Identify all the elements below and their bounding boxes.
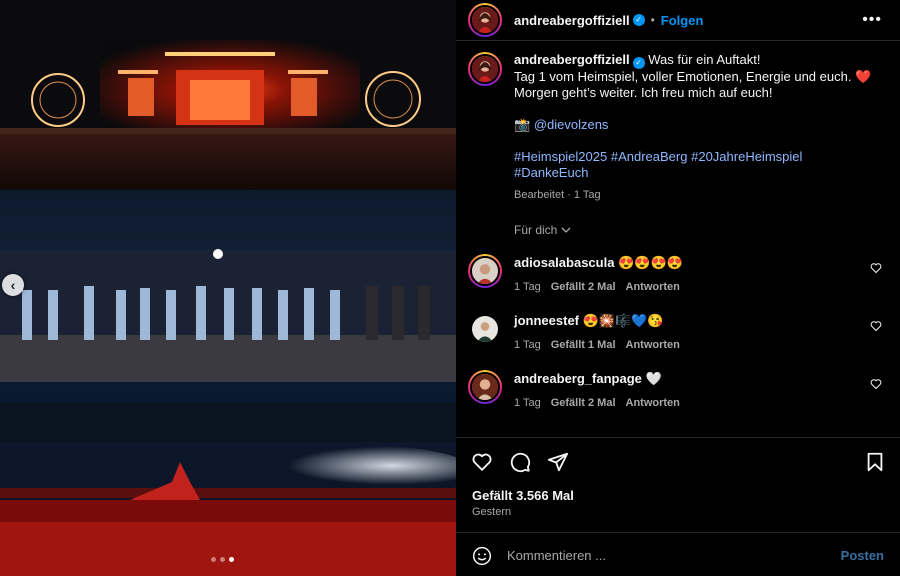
reply-button[interactable]: Antworten	[626, 397, 680, 409]
reply-button[interactable]: Antworten	[626, 339, 680, 351]
concert-stage-photo	[0, 0, 456, 190]
save-bookmark-icon[interactable]	[864, 451, 886, 473]
more-options-icon[interactable]: •••	[862, 11, 882, 29]
comment-likes[interactable]: Gefällt 2 Mal	[551, 281, 616, 293]
hashtag-link[interactable]: #20JahreHeimspiel	[691, 149, 802, 164]
comment-item: andreaberg_fanpage 🤍 1 Tag Gefällt 2 Mal…	[468, 370, 888, 409]
post-header: andreabergoffiziell ✓ • Folgen •••	[456, 0, 900, 41]
band-bow-photo	[0, 190, 456, 382]
share-paper-plane-icon[interactable]	[547, 451, 569, 473]
hashtag-link[interactable]: #Heimspiel2025	[514, 149, 607, 164]
carousel-dot[interactable]	[220, 557, 225, 562]
caption-author-avatar[interactable]	[468, 52, 502, 86]
author-avatar[interactable]	[468, 3, 502, 37]
like-comment-heart-icon[interactable]	[870, 262, 882, 274]
for-you-dropdown[interactable]: Für dich	[514, 223, 900, 237]
follow-button[interactable]: Folgen	[661, 13, 704, 28]
comment-input[interactable]	[507, 548, 817, 563]
photographer-mention-link[interactable]: @dievolzens	[534, 117, 609, 132]
carousel-dots	[211, 557, 234, 562]
commenter-username[interactable]: adiosalabascula	[514, 255, 614, 270]
post-comment-button[interactable]: Posten	[841, 548, 884, 563]
likes-count[interactable]: Gefällt 3.566 Mal	[472, 488, 574, 503]
comment-likes[interactable]: Gefällt 2 Mal	[551, 397, 616, 409]
carousel-prev-button[interactable]: ‹	[2, 274, 24, 296]
for-you-label: Für dich	[514, 223, 558, 237]
comment-likes[interactable]: Gefällt 1 Mal	[551, 339, 616, 351]
comment-time: 1 Tag	[514, 397, 541, 409]
comment-time: 1 Tag	[514, 281, 541, 293]
commenter-avatar[interactable]	[468, 370, 502, 404]
hashtag-link[interactable]: #AndreaBerg	[611, 149, 688, 164]
comment-item: jonneestef 😍🎇🎼💙😘 1 Tag Gefällt 1 Mal Ant…	[468, 312, 888, 351]
comment-time: 1 Tag	[514, 339, 541, 351]
verified-badge-icon: ✓	[632, 14, 645, 26]
post-sidebar: andreabergoffiziell ✓ • Folgen ••• andre…	[456, 0, 900, 576]
commenter-username[interactable]: andreaberg_fanpage	[514, 371, 642, 386]
post-media[interactable]: ‹	[0, 0, 456, 576]
caption-username[interactable]: andreabergoffiziell	[514, 52, 630, 67]
caption-meta: Bearbeitet · 1 Tag	[514, 189, 601, 201]
comment-text: 🤍	[645, 371, 662, 386]
commenter-username[interactable]: jonneestef	[514, 313, 579, 328]
verified-badge-icon: ✓	[632, 57, 645, 69]
reply-button[interactable]: Antworten	[626, 281, 680, 293]
author-username[interactable]: andreabergoffiziell	[514, 13, 630, 28]
emoji-picker-icon[interactable]	[472, 546, 492, 566]
like-heart-icon[interactable]	[471, 451, 493, 473]
comment-text: 😍🎇🎼💙😘	[582, 313, 664, 328]
post-date: Gestern	[472, 506, 512, 518]
chevron-down-icon	[561, 227, 571, 233]
post-actions: Gefällt 3.566 Mal Gestern Posten	[456, 437, 900, 576]
caption-line-3: Morgen geht’s weiter. Ich freu mich auf …	[514, 85, 773, 100]
comment-text: 😍😍😍😍	[618, 255, 683, 270]
carousel-dot-active[interactable]	[229, 557, 234, 562]
singer-catwalk-photo	[0, 382, 456, 576]
carousel-dot[interactable]	[211, 557, 216, 562]
comment-item: adiosalabascula 😍😍😍😍 1 Tag Gefällt 2 Mal…	[468, 254, 888, 293]
comment-bubble-icon[interactable]	[509, 451, 531, 473]
separator-dot: •	[650, 13, 655, 27]
comment-composer: Posten	[456, 532, 900, 576]
caption-line-2: Tag 1 vom Heimspiel, voller Emotionen, E…	[514, 69, 872, 84]
like-comment-heart-icon[interactable]	[870, 378, 882, 390]
commenter-avatar[interactable]	[468, 254, 502, 288]
like-comment-heart-icon[interactable]	[870, 320, 882, 332]
hashtag-link[interactable]: #DankeEuch	[514, 165, 588, 180]
camera-emoji-icon: 📸	[514, 117, 531, 132]
commenter-avatar[interactable]	[468, 312, 502, 346]
post-caption: andreabergoffiziell ✓ Was für ein Auftakt…	[456, 52, 900, 203]
caption-line-1: Was für ein Auftakt!	[648, 52, 761, 67]
